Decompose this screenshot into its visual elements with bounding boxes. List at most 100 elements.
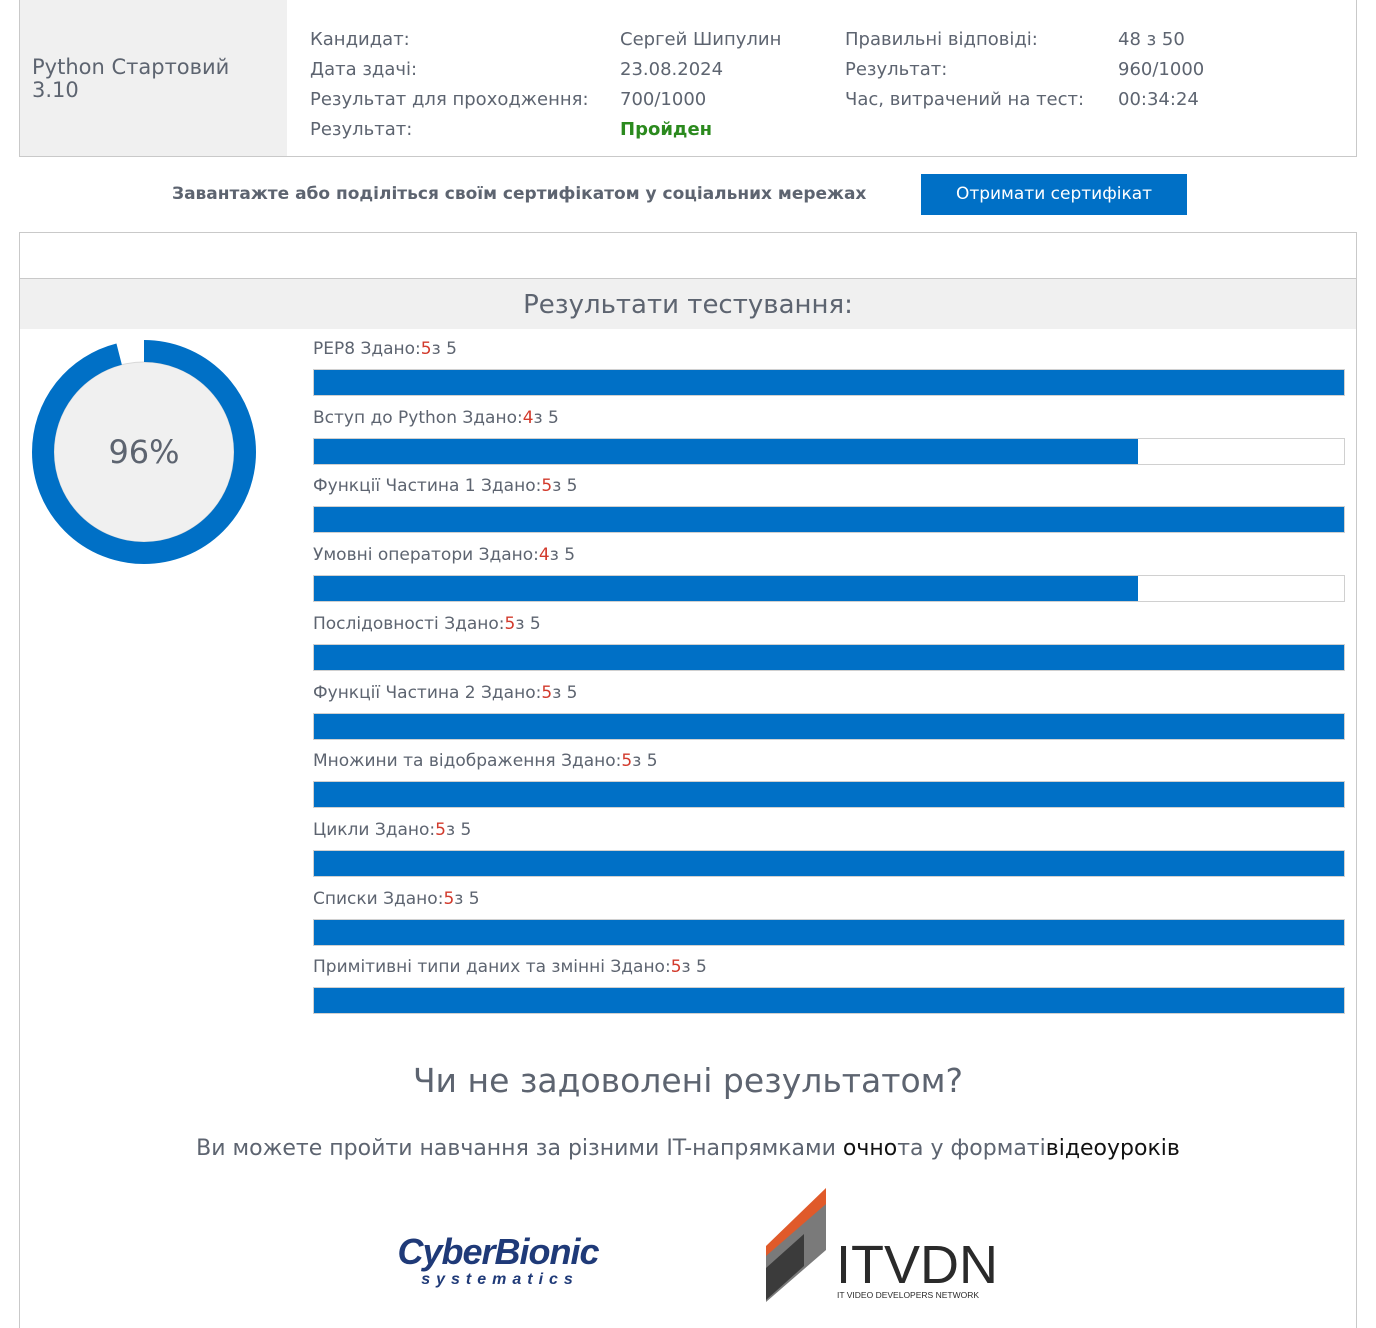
of-word: з xyxy=(515,614,525,634)
section-result-label: Умовні оператори Здано:4з 5 xyxy=(313,545,575,565)
section-progress-fill xyxy=(314,507,1344,532)
section-progress-fill xyxy=(314,851,1344,876)
offline-courses-link[interactable]: очно xyxy=(843,1136,897,1161)
section-progress-fill xyxy=(314,714,1344,739)
passed-word: Здано: xyxy=(462,408,523,428)
score-value: 960/1000 xyxy=(1118,59,1205,80)
section-passed-count: 5 xyxy=(670,957,682,977)
section-total-count: 5 xyxy=(446,339,457,359)
date-value: 23.08.2024 xyxy=(620,59,724,80)
section-progress-bar xyxy=(313,713,1345,740)
section-progress-fill xyxy=(314,370,1344,395)
promo-text: Ви можете пройти навчання за різними IT-… xyxy=(0,1136,1376,1161)
section-progress-bar xyxy=(313,369,1345,396)
video-courses-link[interactable]: відеоуроків xyxy=(1046,1136,1180,1161)
of-word: з xyxy=(681,957,691,977)
section-progress-fill xyxy=(314,576,1138,601)
section-result-label: Цикли Здано:5з 5 xyxy=(313,820,471,840)
section-passed-count: 5 xyxy=(420,339,432,359)
section-name: Списки xyxy=(313,889,378,909)
section-name: Цикли xyxy=(313,820,370,840)
section-progress-fill xyxy=(314,920,1344,945)
section-passed-count: 4 xyxy=(538,545,550,565)
section-result-label: Множини та відображення Здано:5з 5 xyxy=(313,751,658,771)
section-progress-bar xyxy=(313,506,1345,533)
course-title-block: Python Стартовий 3.10 xyxy=(20,0,287,156)
cyberbionic-logo-sub: systematics xyxy=(421,1271,579,1288)
cyberbionic-logo-main: CyberBionic xyxy=(397,1232,599,1272)
section-progress-fill xyxy=(314,645,1344,670)
section-total-count: 5 xyxy=(564,545,576,565)
passed-word: Здано: xyxy=(478,545,539,565)
section-total-count: 5 xyxy=(468,889,480,909)
section-passed-count: 5 xyxy=(541,683,553,703)
passed-word: Здано: xyxy=(610,957,671,977)
of-word: з xyxy=(632,751,642,771)
of-word: з xyxy=(552,683,562,703)
section-progress-bar xyxy=(313,644,1345,671)
section-passed-count: 5 xyxy=(504,614,516,634)
promo-text-start: Ви можете пройти навчання за різними IT-… xyxy=(196,1136,843,1161)
of-word: з xyxy=(549,545,559,565)
correct-answers-value: 48 з 50 xyxy=(1118,29,1185,50)
date-label: Дата здачі: xyxy=(310,59,418,80)
section-result-label: Списки Здано:5з 5 xyxy=(313,889,480,909)
passed-word: Здано: xyxy=(561,751,622,771)
certificate-prompt: Завантажте або поділіться своїм сертифік… xyxy=(172,184,867,204)
passed-word: Здано: xyxy=(360,339,421,359)
promo-text-middle: та у форматі xyxy=(897,1136,1046,1161)
passed-word: Здано: xyxy=(383,889,444,909)
of-word: з xyxy=(552,476,562,496)
itvdn-logo-main: ITVDN xyxy=(836,1235,998,1295)
section-passed-count: 5 xyxy=(435,820,446,840)
passed-word: Здано: xyxy=(481,476,542,496)
section-total-count: 5 xyxy=(566,683,578,703)
candidate-label: Кандидат: xyxy=(310,29,410,50)
section-name: Функції Частина 2 xyxy=(313,683,476,703)
section-name: Послідовності xyxy=(313,614,439,634)
section-progress-fill xyxy=(314,439,1138,464)
section-result-label: PEP8 Здано:5з 5 xyxy=(313,339,457,359)
overall-score-percent: 96% xyxy=(108,433,180,471)
passed-word: Здано: xyxy=(374,820,436,840)
section-passed-count: 5 xyxy=(621,751,633,771)
section-result-label: Вступ до Python Здано:4з 5 xyxy=(313,408,559,428)
section-total-count: 5 xyxy=(548,408,559,428)
section-name: Примітивні типи даних та змінні xyxy=(313,957,605,977)
passed-word: Здано: xyxy=(481,683,542,703)
section-progress-bar xyxy=(313,850,1345,877)
pass-score-label: Результат для проходження: xyxy=(310,89,589,110)
itvdn-logo[interactable]: ITVDN IT VIDEO DEVELOPERS NETWORK xyxy=(764,1188,1000,1306)
section-total-count: 5 xyxy=(695,957,707,977)
time-spent-label: Час, витрачений на тест: xyxy=(845,89,1085,110)
section-name: Вступ до Python xyxy=(313,408,457,428)
promo-heading: Чи не задоволені результатом? xyxy=(412,1061,964,1100)
section-total-count: 5 xyxy=(529,614,541,634)
section-passed-count: 4 xyxy=(522,408,534,428)
itvdn-logo-sub: IT VIDEO DEVELOPERS NETWORK xyxy=(837,1290,979,1300)
section-result-label: Функції Частина 1 Здано:5з 5 xyxy=(313,476,577,496)
of-word: з xyxy=(431,339,441,359)
time-spent-value: 00:34:24 xyxy=(1118,89,1199,110)
status-value: Пройден xyxy=(620,119,713,140)
status-label: Результат: xyxy=(310,119,413,140)
section-name: Функції Частина 1 xyxy=(313,476,476,496)
correct-answers-label: Правильні відповіді: xyxy=(845,29,1038,50)
section-total-count: 5 xyxy=(646,751,658,771)
section-name: Множини та відображення xyxy=(313,751,556,771)
score-label: Результат: xyxy=(845,59,948,80)
section-total-count: 5 xyxy=(460,820,472,840)
get-certificate-button[interactable]: Отримати сертифікат xyxy=(921,174,1187,215)
section-name: PEP8 xyxy=(313,339,356,359)
passed-word: Здано: xyxy=(444,614,505,634)
section-result-label: Послідовності Здано:5з 5 xyxy=(313,614,541,634)
section-progress-bar xyxy=(313,438,1345,465)
section-progress-fill xyxy=(314,782,1344,807)
cyberbionic-logo[interactable]: CyberBionic systematics xyxy=(382,1232,614,1288)
course-title: Python Стартовий 3.10 xyxy=(32,55,230,102)
section-result-label: Функції Частина 2 Здано:5з 5 xyxy=(313,683,577,703)
section-progress-fill xyxy=(314,988,1344,1013)
of-word: з xyxy=(533,408,543,428)
section-progress-bar xyxy=(313,781,1345,808)
section-passed-count: 5 xyxy=(443,889,455,909)
